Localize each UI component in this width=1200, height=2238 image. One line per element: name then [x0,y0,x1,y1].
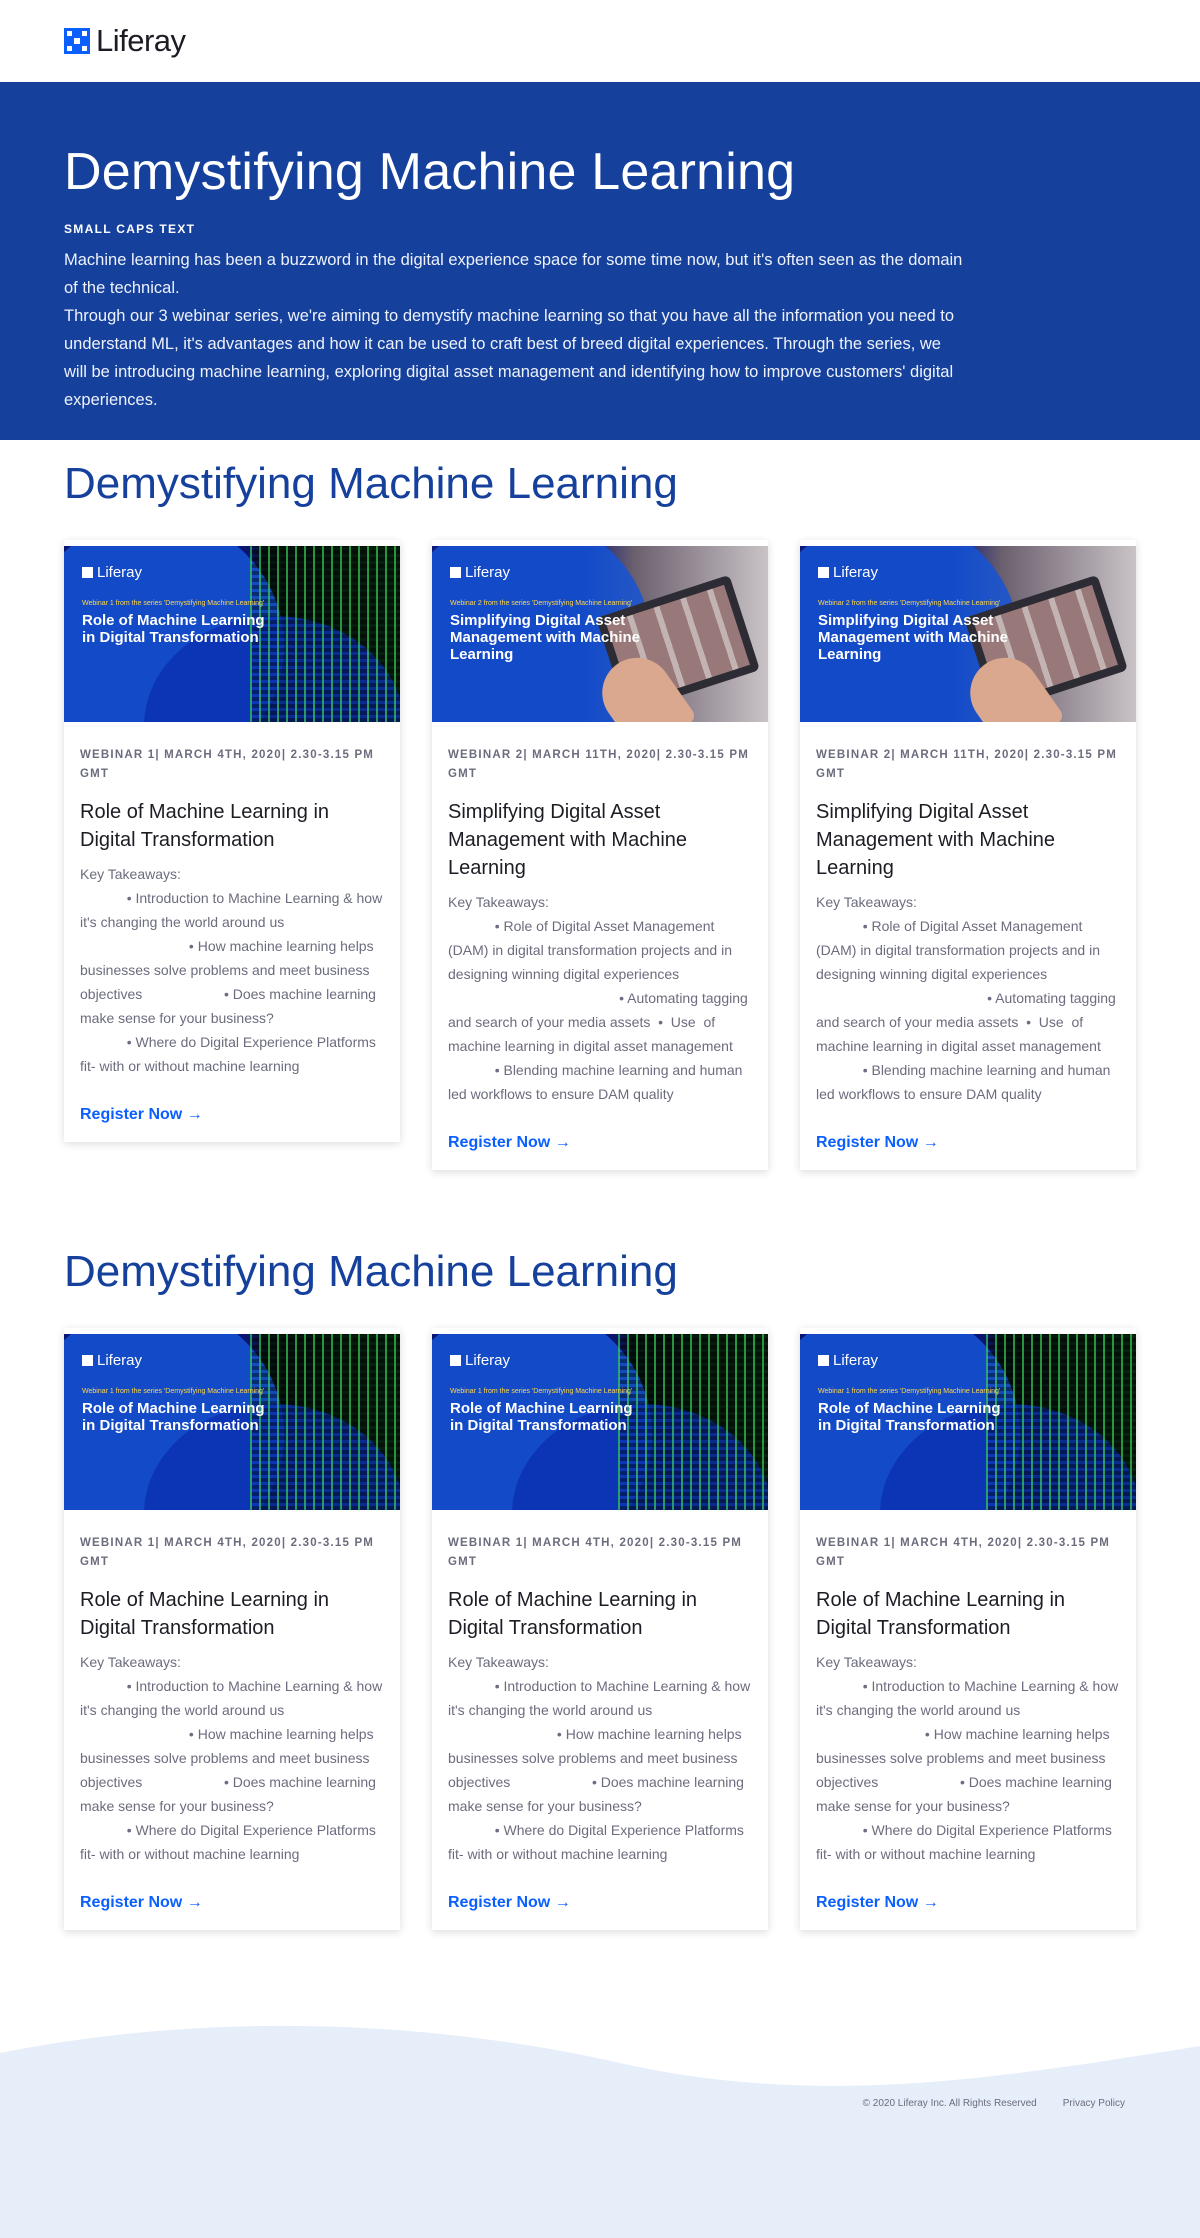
register-now-link[interactable]: Register Now → [448,1134,571,1152]
register-now-link[interactable]: Register Now → [816,1894,939,1912]
thumbnail-brand: Liferay [82,564,142,581]
register-now-link[interactable]: Register Now → [816,1134,939,1152]
card-row: Liferay Webinar 1 from the series 'Demys… [0,540,1200,1170]
register-now-link[interactable]: Register Now → [80,1106,203,1124]
liferay-mark-icon [82,567,93,578]
webinar-title: Simplifying Digital Asset Management wit… [448,801,688,879]
webinar-description: Key Takeaways: • Role of Digital Asset M… [816,894,1116,1102]
liferay-logo-icon [64,28,90,54]
liferay-logo[interactable]: Liferay [64,23,186,59]
thumbnail-series: Webinar 1 from the series 'Demystifying … [82,600,265,607]
webinar-title: Simplifying Digital Asset Management wit… [816,801,1056,879]
webinar-meta: WEBINAR 1| MARCH 4TH, 2020| 2.30-3.15 PM… [816,1537,1111,1568]
liferay-mark-icon [82,1355,93,1366]
webinar-thumbnail[interactable]: Liferay Webinar 2 from the series 'Demys… [432,546,768,722]
webinar-thumbnail[interactable]: Liferay Webinar 2 from the series 'Demys… [800,546,1136,722]
webinar-meta: WEBINAR 2| MARCH 11TH, 2020| 2.30-3.15 P… [448,749,750,780]
footer-wave [0,2025,1200,2238]
webinar-card: Liferay Webinar 1 from the series 'Demys… [64,540,400,1142]
logo-text: Liferay [96,23,186,58]
section-title: Demystifying Machine Learning [64,1247,678,1296]
webinar-meta: WEBINAR 1| MARCH 4TH, 2020| 2.30-3.15 PM… [80,1537,375,1568]
webinar-meta: WEBINAR 1| MARCH 4TH, 2020| 2.30-3.15 PM… [80,749,375,780]
hero-title: Demystifying Machine Learning [64,143,796,201]
webinar-card: Liferay Webinar 2 from the series 'Demys… [432,540,768,1170]
webinar-card: Liferay Webinar 2 from the series 'Demys… [800,540,1136,1170]
thumbnail-title: Role of Machine Learning in Digital Tran… [82,612,265,646]
thumbnail-brand: Liferay [82,1352,142,1369]
thumbnail-title: Role of Machine Learning in Digital Tran… [818,1400,1001,1434]
webinar-thumbnail[interactable]: Liferay Webinar 1 from the series 'Demys… [64,546,400,722]
thumbnail-series: Webinar 1 from the series 'Demystifying … [82,1388,265,1395]
webinar-card: Liferay Webinar 1 from the series 'Demys… [64,1328,400,1930]
thumbnail-title: Simplifying Digital Asset Management wit… [450,612,641,663]
hero-banner: Demystifying Machine Learning SMALL CAPS… [0,82,1200,440]
thumbnail-series: Webinar 2 from the series 'Demystifying … [450,600,633,607]
thumbnail-brand: Liferay [450,564,510,581]
webinar-title: Role of Machine Learning in Digital Tran… [80,1589,330,1639]
hero-paragraph-2: Through our 3 webinar series, we're aimi… [64,307,955,409]
register-now-link[interactable]: Register Now → [80,1894,203,1912]
liferay-mark-icon [818,567,829,578]
webinar-title: Role of Machine Learning in Digital Tran… [816,1589,1066,1639]
webinar-card: Liferay Webinar 1 from the series 'Demys… [432,1328,768,1930]
thumbnail-title: Role of Machine Learning in Digital Tran… [450,1400,633,1434]
thumbnail-series: Webinar 1 from the series 'Demystifying … [450,1388,633,1395]
webinar-title: Role of Machine Learning in Digital Tran… [80,801,330,851]
webinar-description: Key Takeaways: • Role of Digital Asset M… [448,894,748,1102]
thumbnail-brand: Liferay [818,1352,878,1369]
footer: © 2020 Liferay Inc. All Rights Reserved … [0,2008,1200,2238]
liferay-mark-icon [450,1355,461,1366]
thumbnail-title: Simplifying Digital Asset Management wit… [818,612,1009,663]
liferay-mark-icon [818,1355,829,1366]
webinar-thumbnail[interactable]: Liferay Webinar 1 from the series 'Demys… [432,1334,768,1510]
card-row: Liferay Webinar 1 from the series 'Demys… [0,1328,1200,1930]
hero-paragraph-1: Machine learning has been a buzzword in … [64,251,963,297]
webinar-meta: WEBINAR 2| MARCH 11TH, 2020| 2.30-3.15 P… [816,749,1118,780]
thumbnail-brand: Liferay [818,564,878,581]
top-nav: Liferay [0,0,1200,82]
webinar-description: Key Takeaways: • Introduction to Machine… [80,866,383,1074]
webinar-title: Role of Machine Learning in Digital Tran… [448,1589,698,1639]
hero-caps-text: SMALL CAPS TEXT [64,222,196,236]
webinar-description: Key Takeaways: • Introduction to Machine… [80,1654,383,1862]
thumbnail-series: Webinar 1 from the series 'Demystifying … [818,1388,1001,1395]
liferay-mark-icon [450,567,461,578]
webinar-description: Key Takeaways: • Introduction to Machine… [448,1654,751,1862]
register-now-link[interactable]: Register Now → [448,1894,571,1912]
webinar-card: Liferay Webinar 1 from the series 'Demys… [800,1328,1136,1930]
thumbnail-title: Role of Machine Learning in Digital Tran… [82,1400,265,1434]
webinar-description: Key Takeaways: • Introduction to Machine… [816,1654,1119,1862]
webinar-meta: WEBINAR 1| MARCH 4TH, 2020| 2.30-3.15 PM… [448,1537,743,1568]
webinar-thumbnail[interactable]: Liferay Webinar 1 from the series 'Demys… [800,1334,1136,1510]
section-title: Demystifying Machine Learning [64,459,678,508]
thumbnail-brand: Liferay [450,1352,510,1369]
thumbnail-series: Webinar 2 from the series 'Demystifying … [818,600,1001,607]
webinar-thumbnail[interactable]: Liferay Webinar 1 from the series 'Demys… [64,1334,400,1510]
copyright-text: © 2020 Liferay Inc. All Rights Reserved [862,2098,1037,2109]
privacy-policy-link[interactable]: Privacy Policy [1063,2098,1125,2109]
